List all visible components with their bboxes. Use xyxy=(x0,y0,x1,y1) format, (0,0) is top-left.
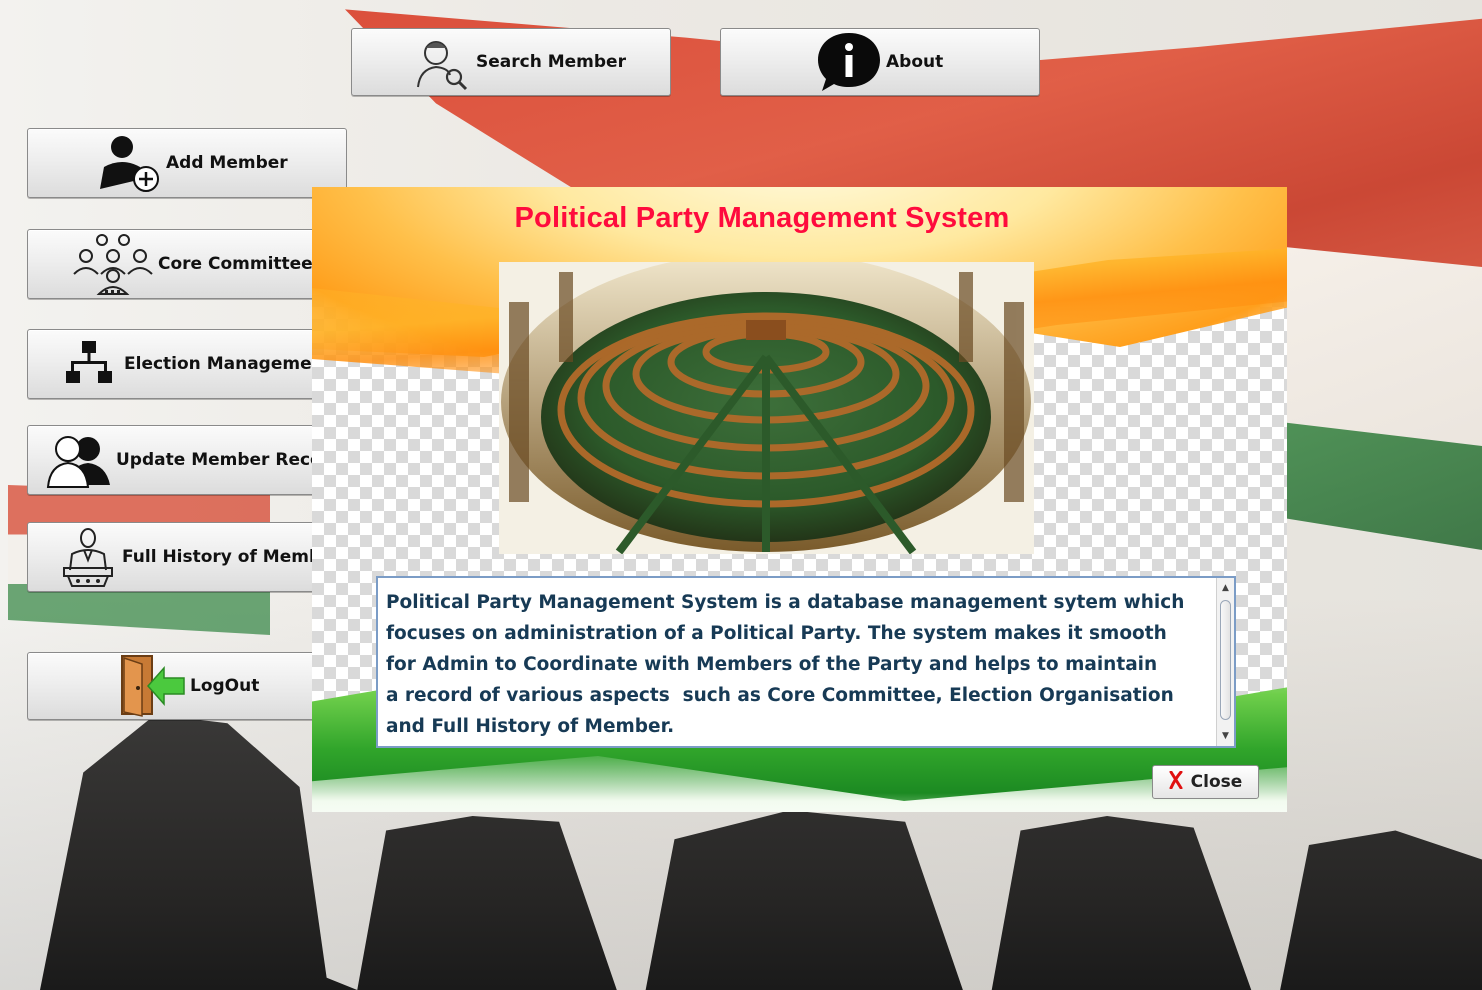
search-person-icon xyxy=(412,33,470,91)
search-member-button[interactable]: Search Member xyxy=(351,28,671,96)
election-management-label: Election Managemen xyxy=(124,354,324,374)
add-member-label: Add Member xyxy=(166,153,288,173)
close-x-icon xyxy=(1169,770,1183,794)
add-user-icon xyxy=(96,133,162,193)
core-committee-label: Core Committee xyxy=(158,254,313,274)
about-label: About xyxy=(886,52,944,72)
scroll-up-arrow-icon[interactable]: ▲ xyxy=(1217,580,1234,596)
scrollbar-thumb[interactable] xyxy=(1220,600,1231,720)
add-member-button[interactable]: Add Member xyxy=(27,128,347,198)
full-history-button[interactable]: Full History of Membe xyxy=(27,522,347,592)
exit-door-icon xyxy=(120,654,188,718)
hierarchy-icon xyxy=(64,339,114,389)
dialog-title: Political Party Management System xyxy=(514,202,1010,234)
vertical-scrollbar[interactable]: ▲ ▼ xyxy=(1216,578,1234,746)
search-member-label: Search Member xyxy=(476,52,626,72)
election-management-button[interactable]: Election Managemen xyxy=(27,329,347,399)
close-button[interactable]: Close xyxy=(1152,765,1259,799)
update-member-record-label: Update Member Recor xyxy=(116,450,331,470)
description-text: Political Party Management System is a d… xyxy=(386,592,1185,737)
full-history-label: Full History of Membe xyxy=(122,547,333,567)
group-icon xyxy=(72,232,154,296)
info-bubble-icon xyxy=(816,31,882,93)
logout-button[interactable]: LogOut xyxy=(27,652,347,720)
about-dialog: Political Party Management System Politi… xyxy=(312,187,1287,812)
close-label: Close xyxy=(1190,772,1243,792)
speaker-podium-icon xyxy=(58,526,118,588)
parliament-chamber-image xyxy=(499,262,1034,554)
scroll-down-arrow-icon[interactable]: ▼ xyxy=(1217,728,1234,744)
description-textarea[interactable]: Political Party Management System is a d… xyxy=(376,576,1236,748)
about-button[interactable]: About xyxy=(720,28,1040,96)
logout-label: LogOut xyxy=(190,676,260,696)
update-member-record-button[interactable]: Update Member Recor xyxy=(27,425,347,495)
core-committee-button[interactable]: Core Committee xyxy=(27,229,347,299)
users-icon xyxy=(46,431,112,489)
